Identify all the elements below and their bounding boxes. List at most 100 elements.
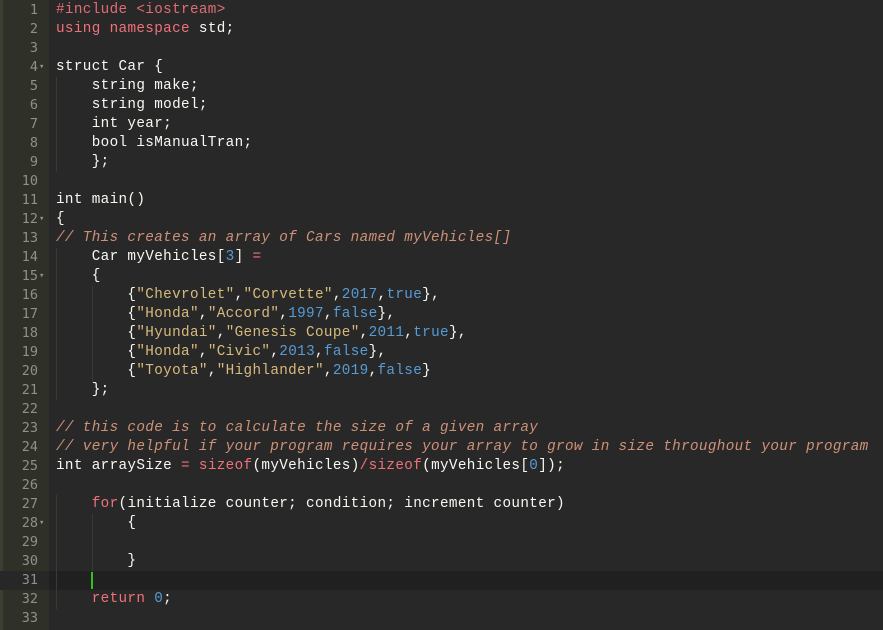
code-line[interactable]: 15 ▾ { [0, 267, 883, 286]
code-line[interactable]: 29 [0, 533, 883, 552]
line-gutter-cell: 12 ▾ [0, 210, 49, 229]
code-text[interactable]: int main() [56, 191, 145, 210]
code-token: "Toyota" [136, 363, 208, 379]
code-text[interactable]: struct Car { [56, 58, 163, 77]
code-line[interactable]: 9 }; [0, 153, 883, 172]
code-text[interactable]: // This creates an array of Cars named m… [56, 229, 511, 248]
code-line[interactable]: 25 int arraySize = sizeof(myVehicles)/siz… [0, 457, 883, 476]
code-line[interactable]: 19 {"Honda","Civic",2013,false}, [0, 343, 883, 362]
code-text[interactable]: {"Hyundai","Genesis Coupe",2011,true}, [56, 324, 467, 343]
line-gutter-cell: 23 [0, 419, 49, 438]
code-text[interactable]: int year; [56, 115, 172, 134]
code-token: false [332, 306, 378, 322]
code-line[interactable]: 17 {"Honda","Accord",1997,false}, [0, 305, 883, 324]
line-gutter-cell: 3 [0, 39, 49, 58]
code-line[interactable]: 5 string make; [0, 77, 883, 96]
code-token: <iostream> [136, 2, 226, 18]
code-text[interactable]: }; [56, 153, 110, 172]
code-token: int main() [56, 192, 146, 208]
line-number: 16 [21, 287, 38, 303]
code-text[interactable]: return 0; [56, 590, 172, 609]
code-token: int year; [56, 116, 173, 132]
line-gutter-cell: 10 [0, 172, 49, 191]
code-text[interactable]: using namespace std; [56, 20, 235, 39]
code-line[interactable]: 6 string model; [0, 96, 883, 115]
code-text[interactable]: // this code is to calculate the size of… [56, 419, 538, 438]
code-line[interactable]: 27 for(initialize counter; condition; in… [0, 495, 883, 514]
line-gutter-cell: 24 [0, 438, 49, 457]
code-line[interactable]: 4 ▾ struct Car { [0, 58, 883, 77]
code-line[interactable]: 24 // very helpful if your program requir… [0, 438, 883, 457]
code-line[interactable]: 20 {"Toyota","Highlander",2019,false} [0, 362, 883, 381]
code-line[interactable]: 10 [0, 172, 883, 191]
line-number: 12 [21, 211, 38, 227]
code-line[interactable]: 30 } [0, 552, 883, 571]
code-text[interactable]: }; [56, 381, 110, 400]
code-text[interactable]: #include <iostream> [56, 1, 226, 20]
code-line[interactable]: 11 int main() [0, 191, 883, 210]
line-number: 17 [21, 306, 38, 322]
code-line[interactable]: 21 }; [0, 381, 883, 400]
line-gutter-cell: 14 [0, 248, 49, 267]
code-token: , [198, 306, 208, 322]
code-token: , [368, 363, 378, 379]
code-token: { [56, 325, 137, 341]
code-line[interactable]: 8 bool isManualTran; [0, 134, 883, 153]
code-text[interactable]: for(initialize counter; condition; incre… [56, 495, 565, 514]
code-text[interactable]: {"Honda","Accord",1997,false}, [56, 305, 395, 324]
code-line[interactable]: 1 #include <iostream> [0, 1, 883, 20]
code-token: "Accord" [207, 306, 280, 322]
code-line[interactable]: 18 {"Hyundai","Genesis Coupe",2011,true}… [0, 324, 883, 343]
code-text[interactable]: { [56, 210, 65, 229]
code-line[interactable]: 28 ▾ { [0, 514, 883, 533]
code-line[interactable]: 12 ▾ { [0, 210, 883, 229]
code-line[interactable]: 32 return 0; [0, 590, 883, 609]
code-line[interactable]: 7 int year; [0, 115, 883, 134]
code-token: struct Car { [56, 59, 164, 75]
code-token: , [359, 325, 369, 341]
line-gutter-cell: 1 [0, 1, 49, 20]
code-line[interactable]: 13 // This creates an array of Cars named… [0, 229, 883, 248]
fold-arrow-icon[interactable]: ▾ [39, 514, 44, 533]
line-gutter-cell: 29 [0, 533, 49, 552]
code-line[interactable]: 16 {"Chevrolet","Corvette",2017,true}, [0, 286, 883, 305]
code-line[interactable]: 26 [0, 476, 883, 495]
line-number: 15 [21, 268, 38, 284]
fold-arrow-icon[interactable]: ▾ [39, 267, 44, 286]
code-text[interactable]: {"Toyota","Highlander",2019,false} [56, 362, 431, 381]
code-line[interactable]: 31 [0, 571, 883, 590]
line-gutter-cell: 18 [0, 324, 49, 343]
code-line[interactable]: 2 using namespace std; [0, 20, 883, 39]
text-cursor [91, 572, 93, 589]
code-token: { [56, 515, 137, 531]
code-text[interactable]: int arraySize = sizeof(myVehicles)/sizeo… [56, 457, 565, 476]
code-line[interactable]: 3 [0, 39, 883, 58]
code-text[interactable]: { [56, 267, 101, 286]
code-text[interactable]: Car myVehicles[3] = [56, 248, 261, 267]
code-line[interactable]: 23 // this code is to calculate the size … [0, 419, 883, 438]
code-text[interactable]: {"Honda","Civic",2013,false}, [56, 343, 386, 362]
fold-arrow-icon[interactable]: ▾ [39, 58, 44, 77]
code-text[interactable]: // very helpful if your program requires… [56, 438, 869, 457]
code-text[interactable]: bool isManualTran; [56, 134, 252, 153]
code-editor[interactable]: 1 #include <iostream> 2 using namespace std… [0, 0, 883, 630]
line-gutter-cell: 17 [0, 305, 49, 324]
code-line[interactable]: 33 [0, 609, 883, 628]
fold-arrow-icon[interactable]: ▾ [39, 210, 44, 229]
code-token: namespace [109, 21, 190, 37]
code-text[interactable]: string make; [56, 77, 199, 96]
line-number: 8 [29, 135, 38, 151]
code-line[interactable]: 14 Car myVehicles[3] = [0, 248, 883, 267]
code-text[interactable]: { [56, 514, 136, 533]
code-text[interactable]: string model; [56, 96, 208, 115]
code-line[interactable]: 22 [0, 400, 883, 419]
code-token: , [323, 306, 333, 322]
code-text[interactable]: {"Chevrolet","Corvette",2017,true}, [56, 286, 440, 305]
code-token: // very helpful if your program requires… [56, 439, 869, 455]
code-token: 0 [529, 458, 539, 474]
line-gutter-cell: 15 ▾ [0, 267, 49, 286]
code-text[interactable]: } [56, 552, 136, 571]
code-token: 2017 [341, 287, 378, 303]
